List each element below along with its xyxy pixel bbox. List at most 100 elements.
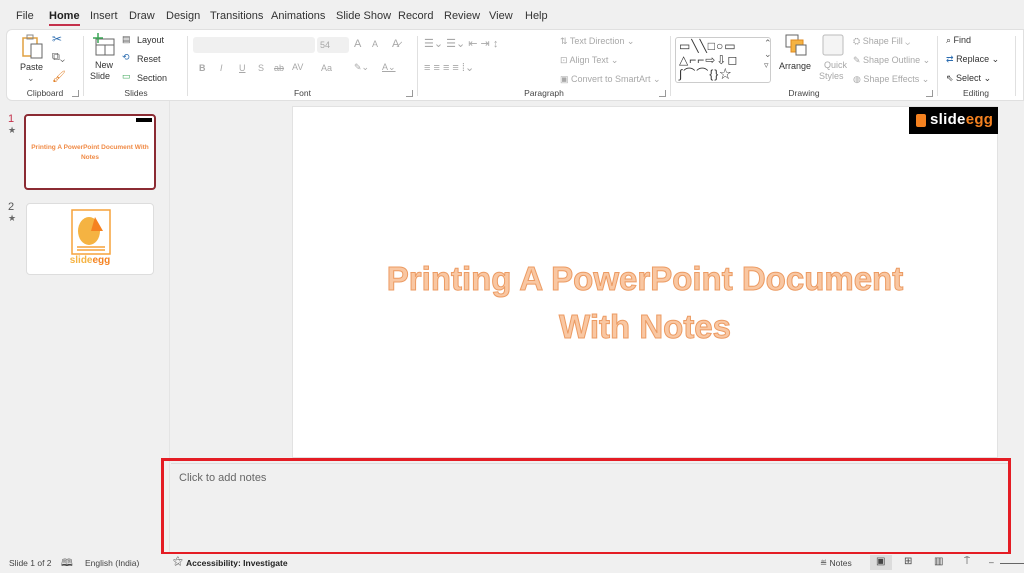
clipboard-group: Paste ⌄ ✂ ⧉⌄ 🖌 Clipboard <box>7 30 83 100</box>
thumb-title: Printing A PowerPoint Document With Note… <box>31 144 149 161</box>
drawing-launcher-icon[interactable] <box>926 90 933 97</box>
shape-effects-button[interactable]: ◍ Shape Effects ⌄ <box>853 74 929 85</box>
text-direction-button[interactable]: ⇅ Text Direction ⌄ <box>560 36 634 47</box>
slideegg-logo: slideegg <box>909 107 998 134</box>
slide-title[interactable]: Printing A PowerPoint Document With Note… <box>293 255 997 351</box>
new-slide-label-1: New <box>95 60 114 70</box>
tab-help[interactable]: Help <box>525 10 548 22</box>
slide-canvas[interactable]: Printing A PowerPoint Document With Note… <box>292 106 998 458</box>
zoom-slider[interactable] <box>1000 563 1024 564</box>
copy-icon[interactable]: ⧉⌄ <box>52 51 65 64</box>
font-launcher-icon[interactable] <box>406 90 413 97</box>
find-button[interactable]: ⌕ Find <box>946 35 971 46</box>
slide-thumbnail-2[interactable]: slideegg <box>26 203 154 275</box>
font-size-select[interactable]: 54 <box>317 37 349 53</box>
gallery-more-icon[interactable]: ⌃ ⌄ ▿ <box>764 38 772 71</box>
new-slide-label-2: Slide <box>90 71 111 81</box>
slideshow-button[interactable]: ⍑ <box>958 555 980 570</box>
shapes-gallery[interactable]: ▭╲╲□○▭ △⌐⌐⇨⇩◻ ∫⌒⌒{}☆ <box>675 37 771 83</box>
char-spacing-button[interactable]: AV <box>292 62 303 72</box>
cut-icon[interactable]: ✂ <box>52 32 62 46</box>
normal-view-icon: ▣ <box>876 556 886 567</box>
tab-file[interactable]: File <box>16 10 34 22</box>
align-text-button[interactable]: ⊡ Align Text ⌄ <box>560 55 618 66</box>
change-case-button[interactable]: Aa <box>321 63 332 73</box>
thumb-brand: slideegg <box>69 255 111 266</box>
shadow-button[interactable]: S <box>258 63 264 73</box>
quick-styles-label-2[interactable]: Styles <box>819 71 844 81</box>
font-label: Font <box>293 88 311 98</box>
replace-button[interactable]: ⇄ Replace ⌄ <box>946 54 999 65</box>
slide-sorter-icon: ⊞ <box>904 556 913 567</box>
slide-counter: Slide 1 of 2 <box>9 558 52 568</box>
drawing-group: ▭╲╲□○▭ △⌐⌐⇨⇩◻ ∫⌒⌒{}☆ ⌃ ⌄ ▿ Arrange Quick Sty… <box>671 30 937 100</box>
normal-view-button[interactable]: ▣ <box>870 555 892 570</box>
font-group: 54 A A A̷ B I U S ab AV Aa ✎⌄ A⌄ Font <box>188 30 417 100</box>
convert-smartart-button[interactable]: ▣ Convert to SmartArt ⌄ <box>560 74 661 85</box>
shrink-font-button[interactable]: A <box>372 39 378 49</box>
tab-view[interactable]: View <box>489 10 513 22</box>
reading-view-button[interactable]: ▥ <box>928 555 950 570</box>
notes-toggle-button[interactable]: ≝ Notes <box>820 558 852 569</box>
tab-slide-show[interactable]: Slide Show <box>336 10 391 22</box>
paste-label: Paste <box>20 62 44 72</box>
clipboard-launcher-icon[interactable] <box>72 90 79 97</box>
strikethrough-button[interactable]: ab <box>274 63 284 73</box>
menu-tabs: File Home Insert Draw Design Transitions… <box>0 0 1024 28</box>
arrange-icon <box>785 34 807 56</box>
star-icon: ★ <box>8 213 17 223</box>
align-icons[interactable]: ≡ ≡ ≡ ≡ ⁞⌄ <box>424 61 474 74</box>
section-icon: ▭ <box>122 71 131 81</box>
tab-home[interactable]: Home <box>49 10 80 26</box>
underline-button[interactable]: U <box>239 63 246 73</box>
tab-transitions[interactable]: Transitions <box>210 10 263 22</box>
spelling-icon[interactable]: 🕮 <box>61 556 73 573</box>
slide-number-2: 2 <box>8 201 15 213</box>
format-painter-icon[interactable]: 🖌 <box>52 70 66 83</box>
section-button[interactable]: Section <box>137 73 167 83</box>
layout-button[interactable]: Layout <box>137 35 164 45</box>
slide-sorter-button[interactable]: ⊞ <box>898 555 920 570</box>
language-status[interactable]: English (India) <box>85 558 139 568</box>
egg-icon <box>916 114 926 127</box>
tab-design[interactable]: Design <box>166 10 200 22</box>
ribbon: Paste ⌄ ✂ ⧉⌄ 🖌 Clipboard New Slide ▤ Lay… <box>6 29 1024 101</box>
highlight-icon[interactable]: ✎⌄ <box>354 62 369 73</box>
slideshow-icon: ⍑ <box>964 556 970 567</box>
quick-styles-label-1[interactable]: Quick <box>824 60 847 70</box>
shape-outline-button[interactable]: ✎ Shape Outline ⌄ <box>853 55 930 66</box>
drawing-label: Drawing <box>788 88 820 98</box>
reading-view-icon: ▥ <box>934 556 944 567</box>
zoom-out-button[interactable]: – <box>989 557 994 567</box>
arrange-button[interactable]: Arrange <box>779 61 811 71</box>
grow-font-button[interactable]: A <box>354 38 361 50</box>
italic-button[interactable]: I <box>220 63 223 73</box>
paste-icon <box>22 34 43 59</box>
select-button[interactable]: ⇖ Select ⌄ <box>946 73 991 84</box>
font-color-icon[interactable]: A⌄ <box>382 62 396 73</box>
tab-insert[interactable]: Insert <box>90 10 118 22</box>
slide-thumbnail-1[interactable]: Printing A PowerPoint Document With Note… <box>24 114 156 190</box>
bold-button[interactable]: B <box>199 63 206 73</box>
clear-format-icon[interactable]: A̷ <box>392 38 399 50</box>
tab-record[interactable]: Record <box>398 10 433 22</box>
slide-thumbnails-pane: 1 ★ Printing A PowerPoint Document With … <box>0 101 170 554</box>
slides-group: New Slide ▤ Layout ⟲ Reset ▭ Section Sli… <box>84 30 188 100</box>
tab-review[interactable]: Review <box>444 10 480 22</box>
paragraph-launcher-icon[interactable] <box>659 90 666 97</box>
thumb-logo <box>136 118 152 122</box>
tab-animations[interactable]: Animations <box>271 10 325 22</box>
accessibility-icon: ⚝ <box>173 556 183 567</box>
quick-styles-icon <box>822 34 844 56</box>
shape-fill-button[interactable]: ⛭ Shape Fill ⌄ <box>853 36 910 47</box>
font-name-select[interactable] <box>193 37 315 53</box>
layout-icon: ▤ <box>122 34 131 44</box>
slides-label: Slides <box>124 88 148 98</box>
reset-icon: ⟲ <box>122 52 130 62</box>
tab-draw[interactable]: Draw <box>129 10 155 22</box>
bullets-icon[interactable]: ☰⌄ ☰⌄ ⇤ ⇥ ↕ <box>424 37 498 50</box>
editing-label: Editing <box>963 88 989 98</box>
accessibility-status[interactable]: Accessibility: Investigate <box>186 558 288 568</box>
chevron-down-icon: ⌄ <box>27 73 35 83</box>
reset-button[interactable]: Reset <box>137 54 161 64</box>
